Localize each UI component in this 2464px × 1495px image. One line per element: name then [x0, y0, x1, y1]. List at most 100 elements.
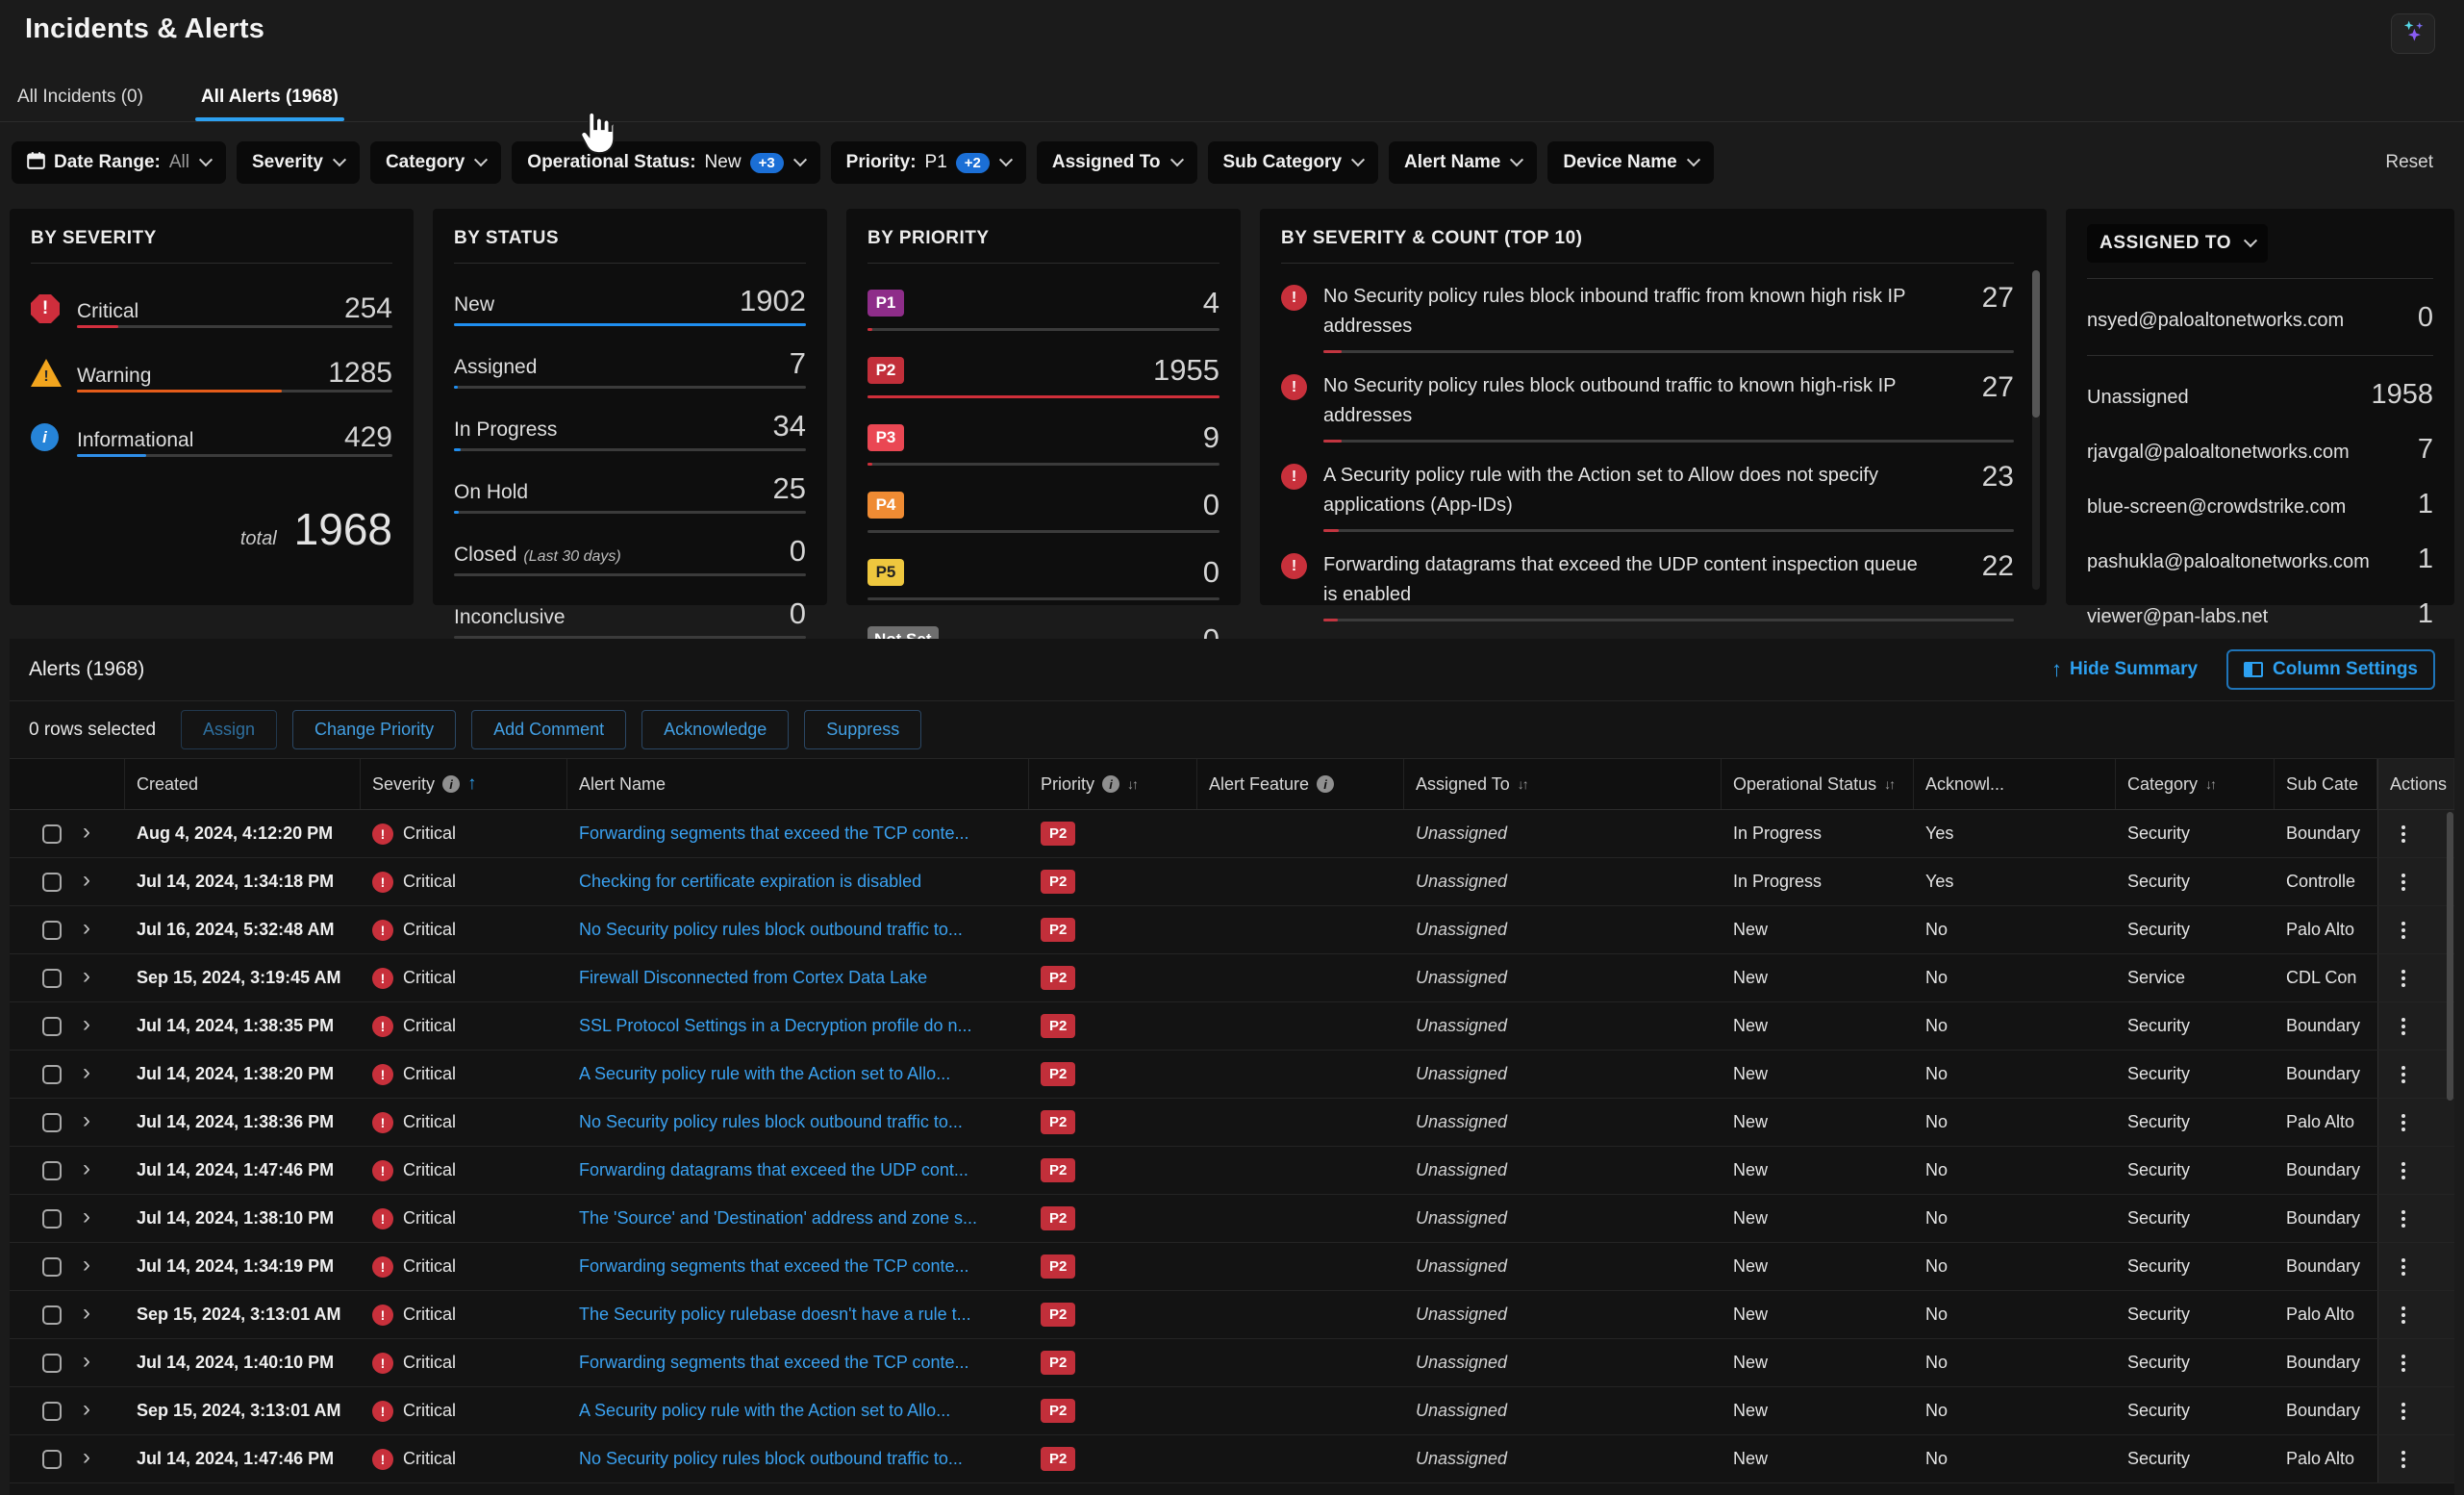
filter-assigned-to[interactable]: Assigned To [1037, 141, 1197, 184]
priority-stat-p2[interactable]: P21955 [867, 353, 1219, 398]
column-header-category[interactable]: Category↓↑ [2116, 759, 2275, 809]
row-expand-icon[interactable]: › [83, 1398, 90, 1425]
filter-sub-category[interactable]: Sub Category [1208, 141, 1379, 184]
priority-stat-p4[interactable]: P40 [867, 488, 1219, 533]
row-checkbox[interactable] [42, 921, 62, 940]
add-comment-button[interactable]: Add Comment [471, 710, 626, 749]
column-header-severity[interactable]: Severityi↑ [361, 759, 567, 809]
alert-name-link[interactable]: Forwarding segments that exceed the TCP … [579, 824, 969, 844]
alert-name-link[interactable]: A Security policy rule with the Action s… [579, 1064, 950, 1084]
row-checkbox[interactable] [42, 1402, 62, 1421]
alert-name-link[interactable]: Forwarding segments that exceed the TCP … [579, 1256, 969, 1277]
column-header-operational_status[interactable]: Operational Status↓↑ [1722, 759, 1914, 809]
status-stat-on-hold[interactable]: On Hold25 [454, 471, 806, 514]
row-actions-menu[interactable] [2390, 1210, 2405, 1228]
row-checkbox[interactable] [42, 1017, 62, 1036]
card-scrollbar[interactable] [2032, 270, 2040, 590]
alert-name-link[interactable]: No Security policy rules block outbound … [579, 1449, 963, 1469]
row-expand-icon[interactable]: › [83, 1254, 90, 1280]
row-expand-icon[interactable]: › [83, 1157, 90, 1184]
tab-all-alerts[interactable]: All Alerts (1968) [195, 77, 344, 121]
change-priority-button[interactable]: Change Priority [292, 710, 456, 749]
column-header-acknowledged[interactable]: Acknowl... [1914, 759, 2116, 809]
row-expand-icon[interactable]: › [83, 1061, 90, 1088]
filter-priority[interactable]: Priority:P1+2 [831, 141, 1026, 184]
row-actions-menu[interactable] [2390, 970, 2405, 987]
severity-stat-warning[interactable]: !Warning1285 [31, 357, 392, 393]
row-checkbox[interactable] [42, 1113, 62, 1132]
row-actions-menu[interactable] [2390, 1162, 2405, 1179]
row-expand-icon[interactable]: › [83, 1013, 90, 1040]
row-checkbox[interactable] [42, 1209, 62, 1229]
assignee-stat[interactable]: pashukla@paloaltonetworks.com1 [2087, 544, 2433, 575]
top-alert-stat[interactable]: !Forwarding datagrams that exceed the UD… [1281, 550, 2014, 621]
top-alert-stat[interactable]: !A Security policy rule with the Action … [1281, 461, 2014, 532]
column-header-alert_feature[interactable]: Alert Featurei [1197, 759, 1404, 809]
row-actions-menu[interactable] [2390, 1355, 2405, 1372]
row-expand-icon[interactable]: › [83, 1350, 90, 1377]
row-actions-menu[interactable] [2390, 825, 2405, 843]
row-checkbox[interactable] [42, 969, 62, 988]
assign-button[interactable]: Assign [181, 710, 277, 749]
row-checkbox[interactable] [42, 1257, 62, 1277]
status-stat-closed[interactable]: Closed(Last 30 days)0 [454, 534, 806, 576]
status-stat-assigned[interactable]: Assigned7 [454, 346, 806, 389]
suppress-button[interactable]: Suppress [804, 710, 921, 749]
column-header-assigned_to[interactable]: Assigned To↓↑ [1404, 759, 1722, 809]
assignee-stat[interactable]: nsyed@paloaltonetworks.com0 [2087, 302, 2433, 334]
row-expand-icon[interactable]: › [83, 869, 90, 896]
alert-name-link[interactable]: No Security policy rules block outbound … [579, 1112, 963, 1132]
row-checkbox[interactable] [42, 1354, 62, 1373]
top-alert-stat[interactable]: !No Security policy rules block inbound … [1281, 282, 2014, 353]
alert-name-link[interactable]: A Security policy rule with the Action s… [579, 1401, 950, 1421]
row-actions-menu[interactable] [2390, 874, 2405, 891]
severity-stat-critical[interactable]: !Critical254 [31, 292, 392, 328]
alert-name-link[interactable]: Forwarding datagrams that exceed the UDP… [579, 1160, 968, 1180]
row-actions-menu[interactable] [2390, 1306, 2405, 1324]
alert-name-link[interactable]: Checking for certificate expiration is d… [579, 872, 921, 892]
row-expand-icon[interactable]: › [83, 965, 90, 992]
tab-all-incidents[interactable]: All Incidents (0) [12, 77, 149, 121]
alert-name-link[interactable]: No Security policy rules block outbound … [579, 920, 963, 940]
row-checkbox[interactable] [42, 1450, 62, 1469]
row-checkbox[interactable] [42, 873, 62, 892]
assignee-stat[interactable]: blue-screen@crowdstrike.com1 [2087, 489, 2433, 520]
status-stat-inconclusive[interactable]: Inconclusive0 [454, 596, 806, 639]
row-actions-menu[interactable] [2390, 1403, 2405, 1420]
row-expand-icon[interactable]: › [83, 917, 90, 944]
priority-stat-p1[interactable]: P14 [867, 286, 1219, 331]
alert-name-link[interactable]: Forwarding segments that exceed the TCP … [579, 1353, 969, 1373]
assigned-to-dropdown[interactable]: ASSIGNED TO [2087, 224, 2268, 263]
row-expand-icon[interactable]: › [83, 1302, 90, 1329]
acknowledge-button[interactable]: Acknowledge [641, 710, 789, 749]
alert-name-link[interactable]: The Security policy rulebase doesn't hav… [579, 1305, 971, 1325]
filter-severity[interactable]: Severity [237, 141, 360, 184]
row-expand-icon[interactable]: › [83, 1446, 90, 1473]
alert-name-link[interactable]: SSL Protocol Settings in a Decryption pr… [579, 1016, 972, 1036]
table-scrollbar[interactable] [2447, 812, 2453, 1101]
row-actions-menu[interactable] [2390, 922, 2405, 939]
row-actions-menu[interactable] [2390, 1451, 2405, 1468]
column-header-priority[interactable]: Priorityi↓↑ [1029, 759, 1197, 809]
row-actions-menu[interactable] [2390, 1018, 2405, 1035]
row-checkbox[interactable] [42, 1065, 62, 1084]
row-actions-menu[interactable] [2390, 1114, 2405, 1131]
column-header-sub_category[interactable]: Sub Cate [2275, 759, 2377, 809]
top-alert-stat[interactable]: !No Security policy rules block outbound… [1281, 371, 2014, 443]
status-stat-new[interactable]: New1902 [454, 284, 806, 326]
column-header-actions[interactable]: Actionsi [2377, 759, 2454, 809]
hide-summary-button[interactable]: ↑ Hide Summary [2051, 657, 2198, 682]
row-actions-menu[interactable] [2390, 1066, 2405, 1083]
filter-device-name[interactable]: Device Name [1547, 141, 1713, 184]
column-header-alert_name[interactable]: Alert Name [567, 759, 1029, 809]
row-checkbox[interactable] [42, 1305, 62, 1325]
assignee-stat[interactable]: viewer@pan-labs.net1 [2087, 598, 2433, 630]
ai-copilot-button[interactable] [2391, 13, 2435, 54]
filter-category[interactable]: Category [370, 141, 501, 184]
priority-stat-p5[interactable]: P50 [867, 555, 1219, 600]
filter-date-range[interactable]: Date Range:All [12, 141, 226, 184]
alert-name-link[interactable]: The 'Source' and 'Destination' address a… [579, 1208, 977, 1229]
row-actions-menu[interactable] [2390, 1258, 2405, 1276]
row-expand-icon[interactable]: › [83, 1109, 90, 1136]
filter-operational-status[interactable]: Operational Status:New+3 [512, 141, 819, 184]
